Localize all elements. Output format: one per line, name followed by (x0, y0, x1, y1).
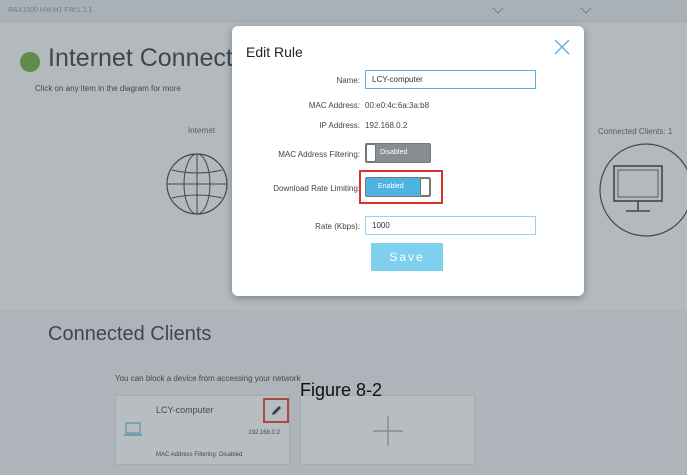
download-rate-limiting-toggle[interactable]: Enabled (365, 177, 431, 197)
download-rate-limiting-state: Enabled (378, 183, 404, 190)
mac-filtering-toggle[interactable]: Disabled (365, 143, 431, 163)
dialog-title: Edit Rule (246, 44, 303, 60)
figure-caption: Figure 8-2 (300, 380, 383, 400)
name-field[interactable] (365, 70, 536, 89)
rate-field[interactable] (365, 216, 536, 235)
edit-rule-dialog: Edit Rule Name: MAC Address: 00:e0:4c:6a… (232, 26, 584, 296)
save-button[interactable]: Save (371, 243, 443, 271)
toggle-knob (366, 144, 376, 162)
mac-filtering-label: MAC Address Filtering: (278, 150, 360, 159)
name-label: Name: (336, 76, 360, 85)
mac-address-value: 00:e0:4c:6a:3a:b8 (365, 101, 430, 110)
ip-address-label: IP Address: (319, 121, 360, 130)
mac-address-label: MAC Address: (308, 101, 360, 110)
download-rate-limiting-label: Download Rate Limiting: (273, 184, 360, 193)
rate-label: Rate (Kbps): (315, 222, 360, 231)
mac-filtering-state: Disabled (380, 149, 408, 156)
ip-address-value: 192.168.0.2 (365, 121, 408, 130)
toggle-knob (420, 178, 430, 196)
close-icon[interactable] (553, 38, 571, 56)
